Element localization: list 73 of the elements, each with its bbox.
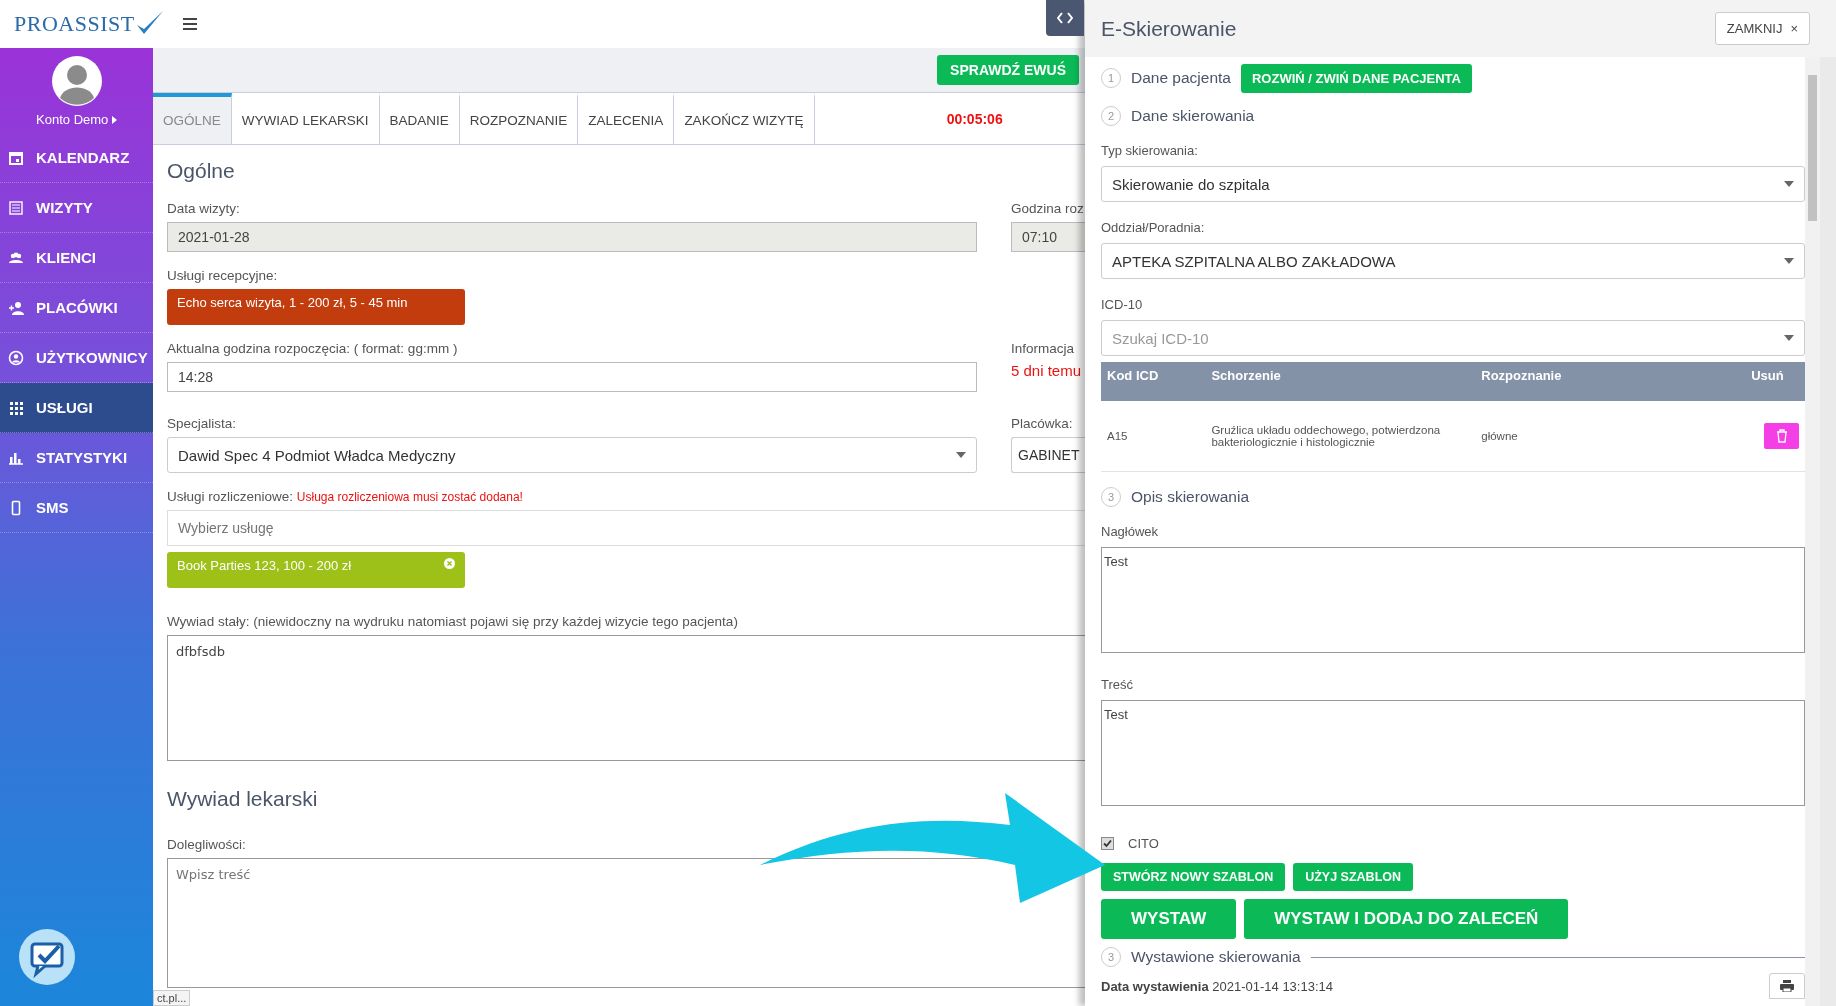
caret-icon: [1784, 335, 1794, 341]
table-cell: A15: [1101, 401, 1206, 472]
visit-timer: 00:05:06: [946, 110, 1003, 127]
close-button[interactable]: ZAMKNIJ ×: [1714, 12, 1810, 45]
info-text: 5 dni temu: [1011, 362, 1083, 379]
checkbox-label: CITO: [1128, 836, 1159, 851]
code-toggle-button[interactable]: [1046, 0, 1084, 36]
column-header: Kod ICD: [1101, 362, 1206, 401]
caret-icon: [956, 452, 966, 458]
user-menu[interactable]: Konto Demo: [36, 112, 117, 127]
link-tooltip: ct.pl...: [153, 990, 191, 1006]
field-label: Wywiad stały: (niewidoczny na wydruku natomiast pojawi się przy każdej wizycie tego pacjenta): [167, 614, 739, 629]
time-field[interactable]: 14:28: [167, 362, 977, 392]
service-input-field[interactable]: Wybierz usługę: [167, 510, 1085, 546]
field-label: Usługi recepcyjne:: [167, 268, 279, 283]
issue-date-text: Data wystawienia 2021-01-14 13:13:14: [1101, 978, 1333, 994]
step-title: Dane skierowania: [1131, 107, 1255, 125]
field-label: ICD-10: [1101, 297, 1144, 312]
field-label: Data wizyty:: [167, 201, 241, 216]
table-cell: Gruźlica układu oddechowego, potwierdzona bakteriologicznie i histologicznie: [1205, 401, 1476, 472]
column-header: Usuń: [1745, 362, 1805, 401]
list-icon: [8, 199, 24, 216]
menu-icon[interactable]: [182, 18, 197, 30]
delete-button[interactable]: [1764, 423, 1799, 449]
field-label: Typ skierowania:: [1101, 143, 1199, 158]
field-label: Specjalista:: [167, 416, 238, 431]
table-cell: główne: [1475, 401, 1746, 472]
field-label: Aktualna godzina rozpoczęcia: ( format: gg:mm ): [167, 341, 459, 356]
service-tag: Book Parties 123, 100 - 200 zł: [167, 552, 465, 588]
caret-icon: [1784, 181, 1794, 187]
logo-text: PROASSIST: [14, 11, 135, 37]
step-title: Wystawione skierowania: [1131, 948, 1301, 966]
department-select[interactable]: APTEKA SZPITALNA ALBO ZAKŁADOWA: [1101, 243, 1805, 279]
date-field[interactable]: 2021-01-28: [167, 222, 977, 252]
avatar-icon[interactable]: [51, 56, 102, 106]
text-area[interactable]: Test: [1101, 547, 1805, 653]
scrollbar[interactable]: [1805, 57, 1820, 1006]
step-title: Opis skierowania: [1131, 488, 1250, 506]
field-label: Godzina roz: [1011, 201, 1085, 216]
printer-icon: [1780, 980, 1794, 992]
checkbox[interactable]: [1101, 837, 1114, 850]
specialist-select[interactable]: Dawid Spec 4 Podmiot Władca Medyczny: [167, 437, 977, 473]
code-icon: [1057, 12, 1073, 24]
field-label: Dolegliwości:: [167, 837, 247, 852]
field-label: Placówka:: [1011, 416, 1074, 431]
field-label: Oddział/Poradnia:: [1101, 220, 1206, 235]
print-button[interactable]: [1769, 973, 1805, 999]
field-label: Nagłówek: [1101, 524, 1160, 539]
column-header: Schorzenie: [1205, 362, 1476, 401]
panel-title: E-Skierowanie: [1101, 16, 1237, 41]
step-title: Dane pacjenta: [1131, 69, 1231, 87]
text-area[interactable]: Wpisz treść: [167, 858, 1085, 988]
caret-icon: [111, 116, 117, 124]
text-area[interactable]: Test: [1101, 700, 1805, 806]
time-field[interactable]: 07:10: [1011, 222, 1085, 252]
calendar-icon: [8, 149, 24, 166]
chat-check-icon[interactable]: [18, 928, 76, 986]
field-label: Treść: [1101, 677, 1135, 692]
section-heading: Ogólne: [167, 159, 236, 183]
field-label: Informacja: [1011, 341, 1076, 356]
column-header: Rozpoznanie: [1475, 362, 1746, 401]
sidebar-item[interactable]: USŁUGI: [0, 383, 153, 433]
service-tag: Echo serca wizyta, 1 - 200 zł, 5 - 45 min: [167, 289, 465, 325]
trash-icon: [1775, 429, 1788, 443]
grid-icon: [8, 399, 24, 416]
user-plus-icon: [8, 299, 24, 316]
text-area[interactable]: dfbfsdb: [167, 635, 1085, 761]
field-label: Usługi rozliczeniowe:: [167, 489, 294, 504]
referral-type-select[interactable]: Skierowanie do szpitala: [1101, 166, 1805, 202]
caret-icon: [1784, 258, 1794, 264]
warning-text: Usługa rozliczeniowa musi zostać dodana!: [296, 490, 523, 504]
user-circle-icon: [8, 349, 24, 366]
section-heading: Wywiad lekarski: [167, 787, 319, 811]
